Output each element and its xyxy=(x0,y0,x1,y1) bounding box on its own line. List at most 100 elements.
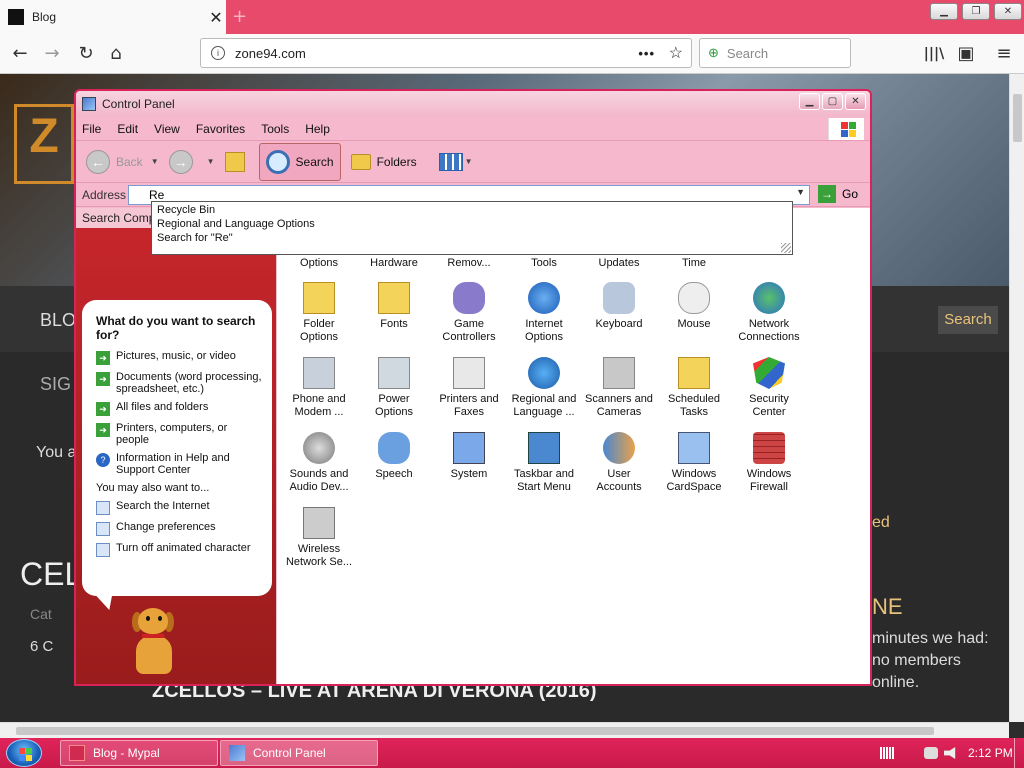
close-button[interactable]: ✕ xyxy=(994,3,1022,20)
cp-close-button[interactable]: ✕ xyxy=(845,93,866,110)
reload-icon[interactable]: ↻ xyxy=(74,42,98,66)
menu-file[interactable]: File xyxy=(82,122,101,136)
search-button[interactable]: Search xyxy=(258,142,341,181)
cp-item-user-accounts[interactable]: User Accounts xyxy=(579,432,659,494)
cp-item-phone-and-modem[interactable]: Phone and Modem ... xyxy=(279,357,359,419)
tab-close-icon[interactable]: ✕ xyxy=(206,8,226,27)
cp-item-partial[interactable]: Options xyxy=(279,257,359,270)
address-label: Address xyxy=(82,187,127,202)
new-tab-button[interactable]: + xyxy=(232,6,247,27)
folders-button[interactable]: Folders xyxy=(350,153,417,170)
search-option-pictures[interactable]: ➜ Pictures, music, or video xyxy=(96,350,262,365)
taskbar-button-browser[interactable]: Blog - Mypal xyxy=(60,740,218,766)
search-internet-link[interactable]: Search the Internet xyxy=(96,500,262,515)
menu-blog[interactable]: BLO xyxy=(40,310,76,331)
go-button[interactable]: → Go xyxy=(818,185,858,203)
keyboard-icon[interactable] xyxy=(880,747,894,759)
back-arrow-icon[interactable]: ← xyxy=(8,42,32,66)
cp-item-security-center[interactable]: Security Center xyxy=(729,357,809,419)
views-button[interactable]: ▼ xyxy=(438,152,473,171)
chevron-down-icon[interactable]: ▼ xyxy=(151,157,159,166)
clock[interactable]: 2:12 PM xyxy=(968,746,1013,760)
menu-sign[interactable]: SIG xyxy=(40,374,71,395)
taskbar-button-control-panel[interactable]: Control Panel xyxy=(220,740,378,766)
menu-favorites[interactable]: Favorites xyxy=(196,122,245,136)
cp-item-system[interactable]: System xyxy=(429,432,509,494)
cp-item-mouse[interactable]: Mouse xyxy=(654,282,734,344)
menu-icon[interactable]: ≡ xyxy=(992,42,1016,66)
up-folder-icon[interactable] xyxy=(224,151,245,172)
search-option-help[interactable]: ? Information in Help and Support Center xyxy=(96,452,262,476)
cp-item-speech[interactable]: Speech xyxy=(354,432,434,494)
back-button[interactable]: ← Back ▼ xyxy=(86,149,159,174)
site-search-button[interactable]: Search xyxy=(938,306,998,334)
chevron-down-icon[interactable]: ▼ xyxy=(796,187,805,197)
cp-item-partial[interactable]: Updates xyxy=(579,257,659,270)
page-actions-icon[interactable]: ••• xyxy=(638,46,655,61)
menu-view[interactable]: View xyxy=(154,122,180,136)
minimize-button[interactable]: ▁ xyxy=(930,3,958,20)
cp-item-partial[interactable]: Remov... xyxy=(429,257,509,270)
search-input[interactable]: ⊕ Search xyxy=(699,38,851,68)
cp-item-regional-and-language[interactable]: Regional and Language ... xyxy=(504,357,584,419)
cp-titlebar[interactable]: Control Panel ▁ ▢ ✕ xyxy=(76,91,870,117)
cp-item-sounds-and-audio-dev[interactable]: Sounds and Audio Dev... xyxy=(279,432,359,494)
search-option-all-files[interactable]: ➜ All files and folders xyxy=(96,401,262,416)
cp-item-network-connections[interactable]: Network Connections xyxy=(729,282,809,344)
cp-item-keyboard[interactable]: Keyboard xyxy=(579,282,659,344)
cp-item-label: Folder xyxy=(303,318,335,330)
scroll-thumb[interactable] xyxy=(1013,94,1022,142)
home-icon[interactable]: ⌂ xyxy=(104,42,128,66)
turn-off-character-link[interactable]: Turn off animated character xyxy=(96,542,262,557)
forward-arrow-icon[interactable]: → xyxy=(40,42,64,66)
show-desktop-button[interactable] xyxy=(1014,738,1024,768)
cp-item-taskbar-and-start-menu[interactable]: Taskbar and Start Menu xyxy=(504,432,584,494)
restore-button[interactable]: ❐ xyxy=(962,3,990,20)
forward-button[interactable]: → ▼ xyxy=(168,149,215,174)
cp-maximize-button[interactable]: ▢ xyxy=(822,93,843,110)
info-icon[interactable]: i xyxy=(211,46,225,60)
autocomplete-item[interactable]: Search for "Re" xyxy=(157,231,787,245)
menu-tools[interactable]: Tools xyxy=(261,122,289,136)
start-button[interactable] xyxy=(6,739,42,767)
cp-item-scanners-and-cameras[interactable]: Scanners and Cameras xyxy=(579,357,659,419)
cp-minimize-button[interactable]: ▁ xyxy=(799,93,820,110)
search-dog-character-icon[interactable] xyxy=(128,608,184,676)
option-label: Pictures, music, or video xyxy=(116,350,236,362)
library-icon[interactable]: |||\ xyxy=(922,42,946,66)
horizontal-scrollbar[interactable] xyxy=(0,722,1009,738)
chevron-down-icon[interactable]: ▼ xyxy=(465,157,473,166)
change-preferences-link[interactable]: Change preferences xyxy=(96,521,262,536)
site-logo[interactable]: Z xyxy=(14,104,74,184)
cp-item-printers-and-faxes[interactable]: Printers and Faxes xyxy=(429,357,509,419)
cp-item-internet-options[interactable]: Internet Options xyxy=(504,282,584,344)
autocomplete-item[interactable]: Recycle Bin xyxy=(157,203,787,217)
cp-item-folder-options[interactable]: Folder Options xyxy=(279,282,359,344)
menu-edit[interactable]: Edit xyxy=(117,122,138,136)
cp-item-partial[interactable]: Time xyxy=(654,257,734,270)
search-option-printers[interactable]: ➜ Printers, computers, or people xyxy=(96,422,262,446)
volume-icon[interactable] xyxy=(944,747,956,759)
cp-item-wireless-network-se[interactable]: Wireless Network Se... xyxy=(279,507,359,569)
autocomplete-item[interactable]: Regional and Language Options xyxy=(157,217,787,231)
sidebar-icon[interactable]: ▣ xyxy=(954,42,978,66)
chevron-down-icon[interactable]: ▼ xyxy=(207,157,215,166)
menu-help[interactable]: Help xyxy=(305,122,330,136)
cp-item-partial[interactable]: Hardware xyxy=(354,257,434,270)
url-bar[interactable]: i zone94.com ••• ☆ xyxy=(200,38,692,68)
cp-item-power-options[interactable]: Power Options xyxy=(354,357,434,419)
vertical-scrollbar[interactable] xyxy=(1009,74,1024,722)
cp-item-windows-firewall[interactable]: Windows Firewall xyxy=(729,432,809,494)
network-icon[interactable] xyxy=(924,747,938,759)
resize-grip-icon[interactable] xyxy=(781,243,791,253)
search-option-documents[interactable]: ➜ Documents (word processing, spreadsheet… xyxy=(96,371,262,395)
cp-item-game-controllers[interactable]: Game Controllers xyxy=(429,282,509,344)
cp-item-fonts[interactable]: Fonts xyxy=(354,282,434,344)
bookmark-star-icon[interactable]: ☆ xyxy=(669,43,683,63)
cp-item-label: Speech xyxy=(375,468,413,480)
cp-item-scheduled-tasks[interactable]: Scheduled Tasks xyxy=(654,357,734,419)
browser-tab[interactable]: Blog ✕ xyxy=(0,0,226,34)
cp-item-partial[interactable]: Tools xyxy=(504,257,584,270)
cp-item-windows-cardspace[interactable]: Windows CardSpace xyxy=(654,432,734,494)
scroll-thumb-h[interactable] xyxy=(16,727,934,735)
